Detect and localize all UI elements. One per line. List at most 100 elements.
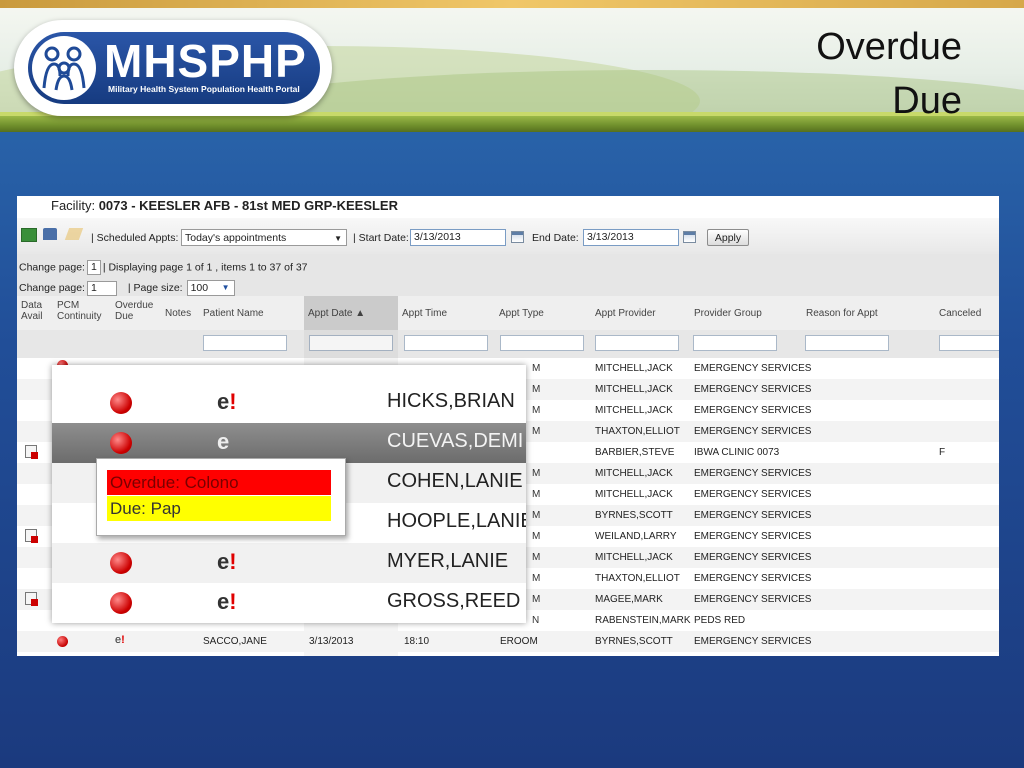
appt-date-cell: 3/13/2013 <box>309 636 354 647</box>
start-date-label: | Start Date: <box>353 232 409 244</box>
appt-type-cell: M <box>532 594 541 605</box>
pcm-continuity-icon <box>57 636 68 647</box>
provider-group-cell: EMERGENCY SERVICES <box>694 405 812 416</box>
col-reason-for-appt[interactable]: Reason for Appt <box>802 296 935 330</box>
data-available-icon[interactable] <box>25 445 38 459</box>
appt-type-cell: M <box>532 384 541 395</box>
col-patient-name[interactable]: Patient Name <box>199 296 304 330</box>
overdue-due-icon[interactable]: e! <box>217 389 237 415</box>
col-data-avail[interactable]: Data Avail <box>17 296 53 330</box>
end-date-label: End Date: <box>532 232 579 244</box>
overdue-due-icon[interactable]: e! <box>115 634 125 646</box>
filter-time-input[interactable] <box>404 335 488 351</box>
zoom-row-highlighted[interactable]: e CUEVAS,DEMI <box>52 423 526 518</box>
col-canceled[interactable]: Canceled <box>935 296 999 330</box>
edit-icon[interactable] <box>64 228 84 240</box>
patient-name: HICKS,BRIAN <box>387 390 515 412</box>
col-pcm-continuity[interactable]: PCM Continuity <box>53 296 111 330</box>
facility-bar: Facility: 0073 - KEESLER AFB - 81st MED … <box>17 196 999 218</box>
end-date-input[interactable]: 3/13/2013 <box>583 229 679 246</box>
chevron-down-icon: ▼ <box>221 283 230 292</box>
patient-name: CUEVAS,DEMI <box>387 430 524 452</box>
provider-group-cell: EMERGENCY SERVICES <box>694 531 812 542</box>
provider-cell: THAXTON,ELLIOT <box>595 426 680 437</box>
provider-group-cell: EMERGENCY SERVICES <box>694 636 812 647</box>
facility-value: 0073 - KEESLER AFB - 81st MED GRP-KEESLE… <box>98 198 398 213</box>
filter-group-input[interactable] <box>693 335 777 351</box>
patient-name: GROSS,REED <box>387 590 521 612</box>
data-available-icon[interactable] <box>25 529 38 543</box>
provider-cell: THAXTON,ELLIOT <box>595 573 680 584</box>
appt-type-cell: M <box>532 552 541 563</box>
provider-group-cell: IBWA CLINIC 0073 <box>694 447 780 458</box>
pager-bar: Change page: 1 | Displaying page 1 of 1 , … <box>17 254 999 296</box>
provider-group-cell: EMERGENCY SERVICES <box>694 594 812 605</box>
filter-patient-input[interactable] <box>203 335 287 351</box>
overdue-dot-icon <box>110 392 132 414</box>
overdue-due-tooltip: Overdue: Colono Due: Pap <box>96 458 346 536</box>
calendar-icon[interactable] <box>683 231 696 243</box>
col-appt-time[interactable]: Appt Time <box>398 296 494 330</box>
grid-header: Data Avail PCM Continuity Overdue Due Notes… <box>17 296 999 330</box>
tooltip-overdue-item: Overdue: Colono <box>107 470 331 495</box>
scheduled-appts-select[interactable]: Today's appointments ▼ <box>181 229 347 246</box>
appt-type-cell: M <box>532 363 541 374</box>
print-icon[interactable] <box>43 228 57 240</box>
appt-type-cell: EROOM <box>500 636 538 647</box>
appt-type-cell: N <box>532 615 540 626</box>
page-size-select[interactable]: 100 ▼ <box>186 280 235 296</box>
scheduled-appts-label: | Scheduled Appts: <box>91 232 179 244</box>
provider-group-cell: EMERGENCY SERVICES <box>694 426 812 437</box>
zoom-row[interactable]: e! GROSS,REED <box>52 583 526 623</box>
provider-group-cell: PEDS RED <box>694 615 746 626</box>
logo-brand-text: MHSPHP <box>104 35 307 87</box>
slide-title-line1: Overdue <box>816 26 962 68</box>
patient-name: HOOPLE,LANIE <box>387 510 526 532</box>
col-provider-group[interactable]: Provider Group <box>690 296 802 330</box>
pager-row: Change page: 1 | Displaying page 1 of 1 , … <box>19 260 308 275</box>
provider-cell: BYRNES,SCOTT <box>595 636 673 647</box>
filter-row <box>17 330 999 358</box>
tooltip-due-item: Due: Pap <box>107 496 331 521</box>
col-notes[interactable]: Notes <box>161 296 199 330</box>
provider-cell: MITCHELL,JACK <box>595 552 673 563</box>
filter-reason-input[interactable] <box>805 335 889 351</box>
provider-cell: MITCHELL,JACK <box>595 363 673 374</box>
provider-cell: WEILAND,LARRY <box>595 531 677 542</box>
page-size-value: 100 <box>190 282 209 294</box>
zoom-row[interactable]: e! HICKS,BRIAN <box>52 383 526 423</box>
provider-group-cell: EMERGENCY SERVICES <box>694 489 812 500</box>
appt-type-cell: M <box>532 426 541 437</box>
appt-type-cell: M <box>532 510 541 521</box>
col-overdue-due[interactable]: Overdue Due <box>111 296 161 330</box>
provider-cell: RABENSTEIN,MARK <box>595 615 691 626</box>
page-number-input[interactable]: 1 <box>86 280 117 296</box>
banner-top-line <box>0 0 1024 8</box>
col-appt-type[interactable]: Appt Type <box>495 296 591 330</box>
zoom-row[interactable]: e! MYER,LANIE <box>52 543 526 583</box>
table-row[interactable]: e! SACCO,JANE 3/13/2013 18:10 EROOM BYRN… <box>17 631 999 652</box>
appt-type-cell: M <box>532 489 541 500</box>
col-appt-provider[interactable]: Appt Provider <box>591 296 690 330</box>
overdue-dot-icon <box>110 592 132 614</box>
filter-type-input[interactable] <box>500 335 584 351</box>
excel-export-icon[interactable] <box>21 228 37 242</box>
apply-button[interactable]: Apply <box>707 229 749 246</box>
page-number-input[interactable]: 1 <box>86 260 101 275</box>
calendar-icon[interactable] <box>511 231 524 243</box>
page-size-label: | Page size: <box>127 281 183 294</box>
provider-cell: MITCHELL,JACK <box>595 468 673 479</box>
filter-provider-input[interactable] <box>595 335 679 351</box>
patient-name: MYER,LANIE <box>387 550 509 572</box>
overdue-due-icon[interactable]: e <box>217 429 229 455</box>
start-date-input[interactable]: 3/13/2013 <box>410 229 506 246</box>
data-available-icon[interactable] <box>25 592 38 606</box>
overdue-due-icon[interactable]: e! <box>217 589 237 615</box>
provider-group-cell: EMERGENCY SERVICES <box>694 468 812 479</box>
appt-type-cell: M <box>532 405 541 416</box>
filter-canceled-input[interactable] <box>939 335 999 351</box>
provider-group-cell: EMERGENCY SERVICES <box>694 573 812 584</box>
toolbar: | Scheduled Appts: Today's appointments … <box>17 218 999 254</box>
patient-name: COHEN,LANIE <box>387 470 523 492</box>
overdue-due-icon[interactable]: e! <box>217 549 237 575</box>
